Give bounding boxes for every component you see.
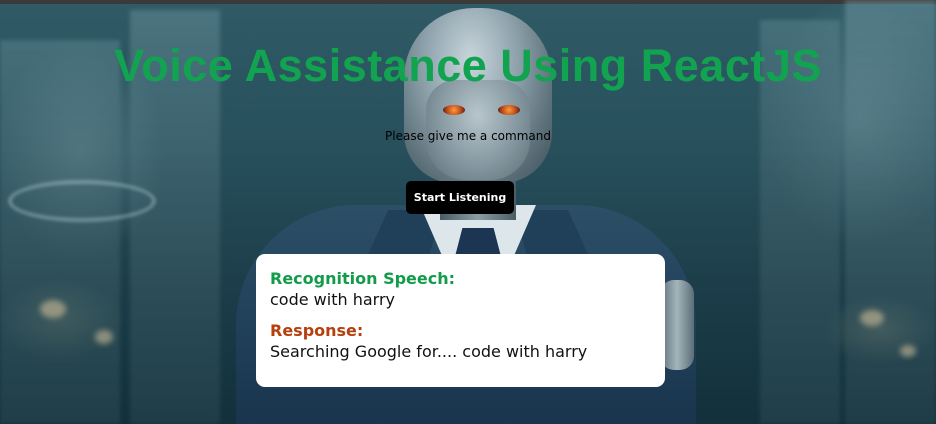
response-label: Response: xyxy=(270,321,364,340)
background-light-ring xyxy=(8,180,156,222)
result-card: Recognition Speech: code with harry Resp… xyxy=(256,254,665,387)
recognition-speech-label: Recognition Speech: xyxy=(270,269,456,288)
robot-eye xyxy=(498,105,520,115)
page-title: Voice Assistance Using ReactJS xyxy=(114,40,822,91)
background-bokeh xyxy=(95,330,113,344)
recognition-speech-text: code with harry xyxy=(270,290,395,309)
background-bokeh xyxy=(40,300,66,318)
background-bokeh xyxy=(900,345,916,357)
robot-eye xyxy=(443,105,465,115)
top-edge-bar xyxy=(0,0,936,4)
background-bokeh xyxy=(860,310,884,326)
response-text: Searching Google for.... code with harry xyxy=(270,342,588,361)
robot-arm xyxy=(660,280,694,370)
background-building xyxy=(0,40,120,424)
start-listening-button[interactable]: Start Listening xyxy=(406,181,514,214)
command-prompt-text: Please give me a command xyxy=(385,129,551,143)
